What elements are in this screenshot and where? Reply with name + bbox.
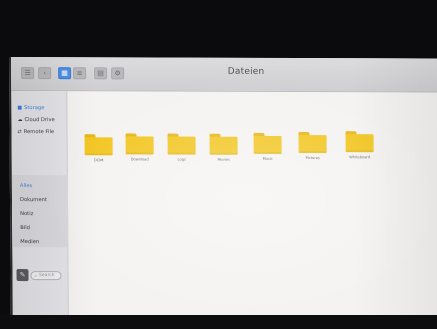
folder-icon-body <box>84 137 113 156</box>
device-bezel <box>0 315 437 329</box>
folder-icon-body <box>125 136 154 155</box>
category-notiz[interactable]: Notiz <box>20 211 33 217</box>
folder-icon-body <box>167 136 196 155</box>
grid-icon: ▦ <box>61 69 68 78</box>
sidebar-item-storage[interactable]: ■ Storage <box>17 105 44 111</box>
sidebar-item-cloud-drive[interactable]: ☁ Cloud Drive <box>17 117 54 123</box>
folder-label: DCIM <box>93 158 104 163</box>
folder-icon-body <box>298 135 327 154</box>
sort-icon: ▤ <box>97 69 104 78</box>
toolbar: ☰ ‹ ▦ ≡ ▤ ⚙ Dateien <box>10 57 437 93</box>
sidebar-item-label: Storage <box>24 105 45 112</box>
grid-view-button[interactable]: ▦ <box>58 67 72 80</box>
search-icon: ⌕ <box>34 273 38 279</box>
sidebar-toggle-button[interactable]: ☰ <box>21 67 35 80</box>
category-alles[interactable]: Alles <box>20 183 32 189</box>
tablet-screen: ☰ ‹ ▦ ≡ ▤ ⚙ Dateien ■ Storage ☁ Cloud Dr… <box>9 57 437 317</box>
folder-label: Movies <box>217 157 230 162</box>
sort-button[interactable]: ▤ <box>94 67 108 80</box>
window-title: Dateien <box>227 66 265 77</box>
category-dokument[interactable]: Dokument <box>20 197 47 203</box>
cloud-icon: ☁ <box>17 117 23 124</box>
folder-label: Logs <box>177 157 186 162</box>
search-input[interactable]: ⌕ Search <box>30 271 62 281</box>
folder-icon-body <box>253 135 282 154</box>
sidebar-item-label: Remote File <box>23 129 55 136</box>
remote-icon: ⇄ <box>17 129 22 136</box>
folder-label: Pictures <box>305 156 320 161</box>
folder-grid: DCIM Download Logs Movies Music Pictures <box>68 91 437 316</box>
list-icon: ≡ <box>76 69 83 78</box>
category-medien[interactable]: Medien <box>20 239 39 245</box>
folder-icon-body <box>345 134 374 153</box>
back-button[interactable]: ‹ <box>38 67 52 80</box>
folder-label: Whiteboard <box>349 155 371 160</box>
chevron-left-icon: ‹ <box>43 69 47 78</box>
category-bild[interactable]: Bild <box>20 225 30 231</box>
list-view-button[interactable]: ≡ <box>73 67 87 80</box>
sidebar-item-remote-file[interactable]: ⇄ Remote File <box>18 129 55 135</box>
settings-button[interactable]: ⚙ <box>111 67 125 80</box>
gear-icon: ⚙ <box>114 69 121 78</box>
folder-icon-body <box>209 136 238 155</box>
pencil-icon[interactable]: ✎ <box>16 269 29 282</box>
folder-label: Music <box>262 156 273 161</box>
search-placeholder: Search <box>39 273 55 279</box>
folder-label: Download <box>130 157 149 162</box>
sidebar-icon: ☰ <box>24 69 31 78</box>
storage-icon: ■ <box>17 105 23 112</box>
category-list: Alles Dokument Notiz Bild Medien <box>11 175 69 248</box>
sidebar-item-label: Cloud Drive <box>24 117 55 124</box>
sidebar: ■ Storage ☁ Cloud Drive ⇄ Remote File Al… <box>11 91 69 316</box>
